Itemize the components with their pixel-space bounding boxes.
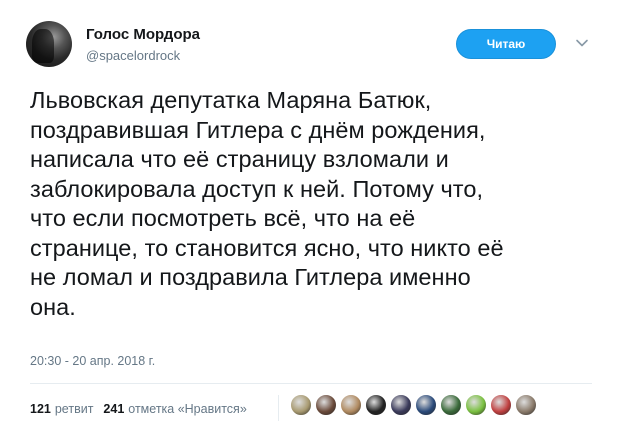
liker-avatar-7[interactable] [440, 394, 462, 416]
avatar-shade [32, 29, 54, 63]
tweet-stats: 121 ретвит 241 отметка «Нравится» [30, 402, 247, 416]
divider [30, 383, 592, 384]
liker-avatar-5[interactable] [390, 394, 412, 416]
liker-avatar-4[interactable] [365, 394, 387, 416]
following-button[interactable]: Читаю [456, 29, 556, 59]
like-stat[interactable]: 241 отметка «Нравится» [103, 402, 246, 416]
retweet-stat[interactable]: 121 ретвит [30, 402, 93, 416]
author-handle[interactable]: @spacelordrock [86, 48, 180, 63]
liker-avatar-1[interactable] [290, 394, 312, 416]
like-label: отметка «Нравится» [128, 402, 247, 416]
author-avatar[interactable] [26, 21, 72, 67]
liker-avatar-9[interactable] [490, 394, 512, 416]
tweet-text: Львовская депутатка Маряна Батюк, поздра… [30, 87, 504, 320]
liker-avatar-8[interactable] [465, 394, 487, 416]
liker-avatar-10[interactable] [515, 394, 537, 416]
liker-avatar-3[interactable] [340, 394, 362, 416]
tweet-timestamp[interactable]: 20:30 - 20 апр. 2018 г. [30, 354, 155, 368]
like-count: 241 [103, 402, 125, 416]
liker-avatar-2[interactable] [315, 394, 337, 416]
author-display-name[interactable]: Голос Мордора [86, 26, 200, 43]
liker-avatars [290, 394, 537, 416]
retweet-count: 121 [30, 402, 51, 416]
chevron-down-icon[interactable] [575, 36, 589, 50]
liker-avatar-6[interactable] [415, 394, 437, 416]
retweet-label: ретвит [54, 402, 94, 416]
stats-separator [278, 395, 279, 421]
